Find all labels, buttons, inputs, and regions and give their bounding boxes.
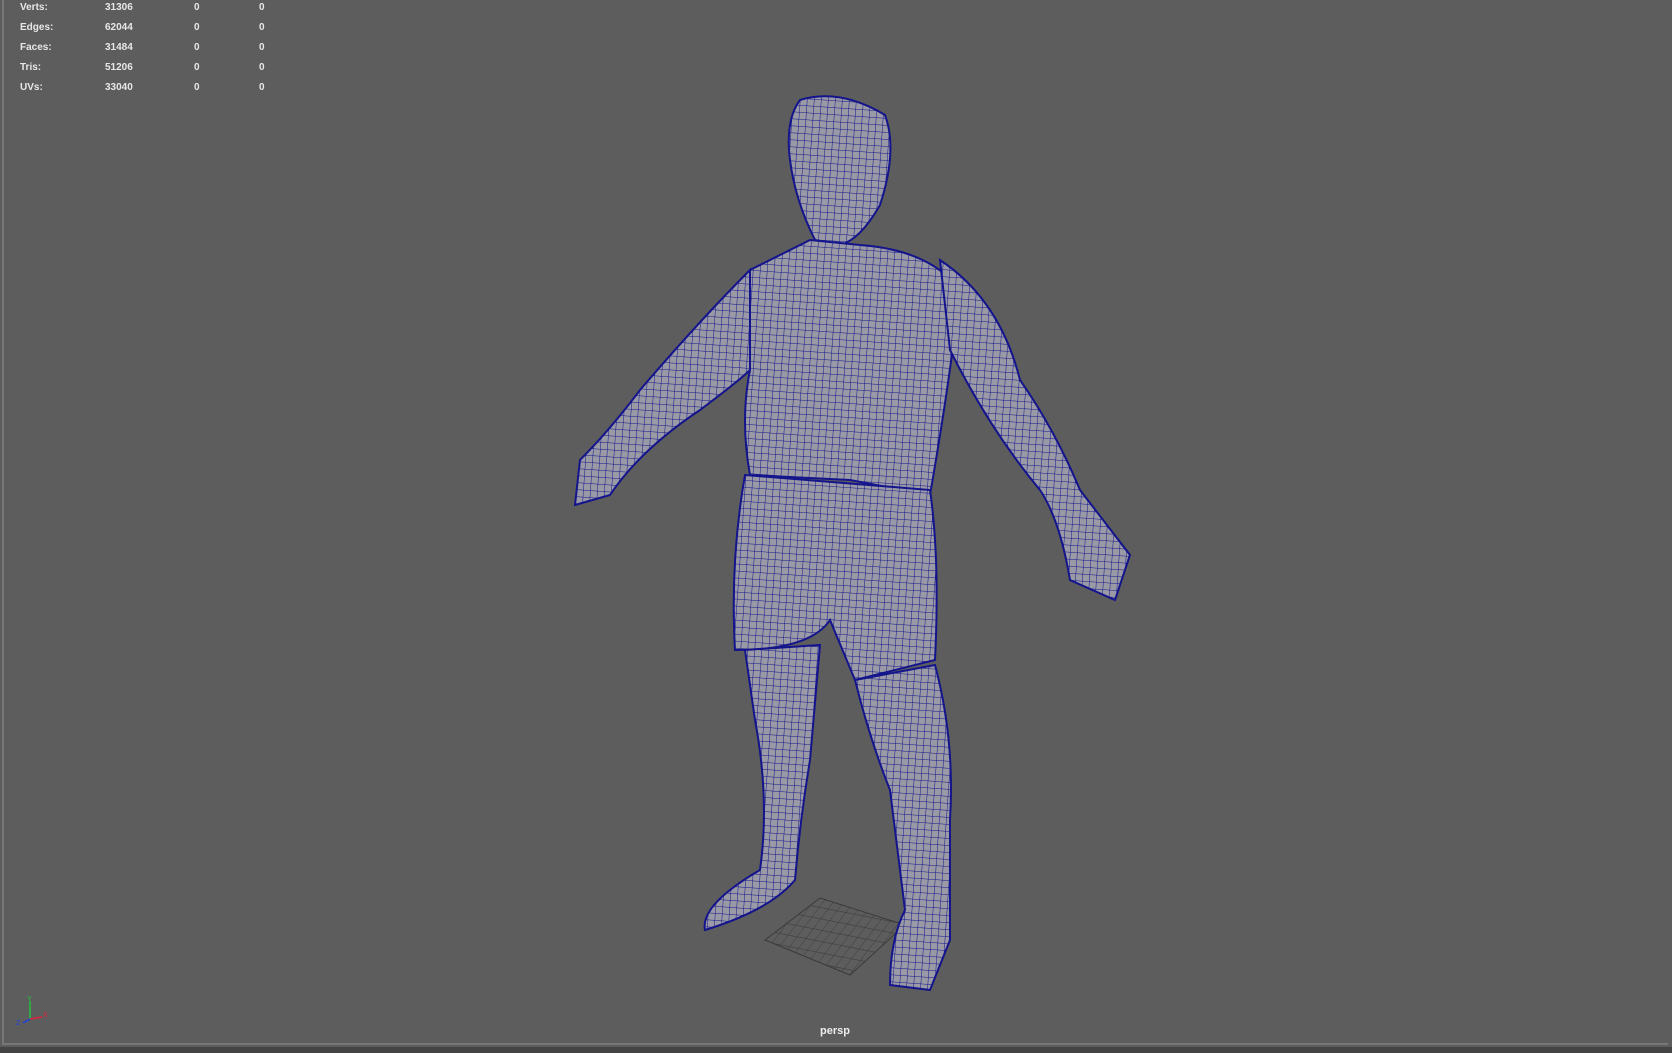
head	[787, 95, 892, 247]
left-arm	[573, 267, 751, 507]
character-wireframe-mesh[interactable]	[573, 95, 1132, 992]
z-axis-line	[22, 1018, 31, 1024]
x-axis-line	[29, 1016, 43, 1020]
right-arm	[938, 257, 1132, 602]
scene	[573, 95, 1132, 992]
torso	[734, 238, 962, 497]
axis-gizmo: Y X Z	[16, 996, 48, 1027]
y-axis-label: Y	[27, 996, 32, 1003]
left-leg	[703, 643, 822, 932]
camera-name-label: persp	[820, 1025, 850, 1037]
ground-grid	[764, 897, 906, 976]
x-axis-label: X	[43, 1012, 48, 1019]
z-axis-label: Z	[16, 1020, 21, 1027]
